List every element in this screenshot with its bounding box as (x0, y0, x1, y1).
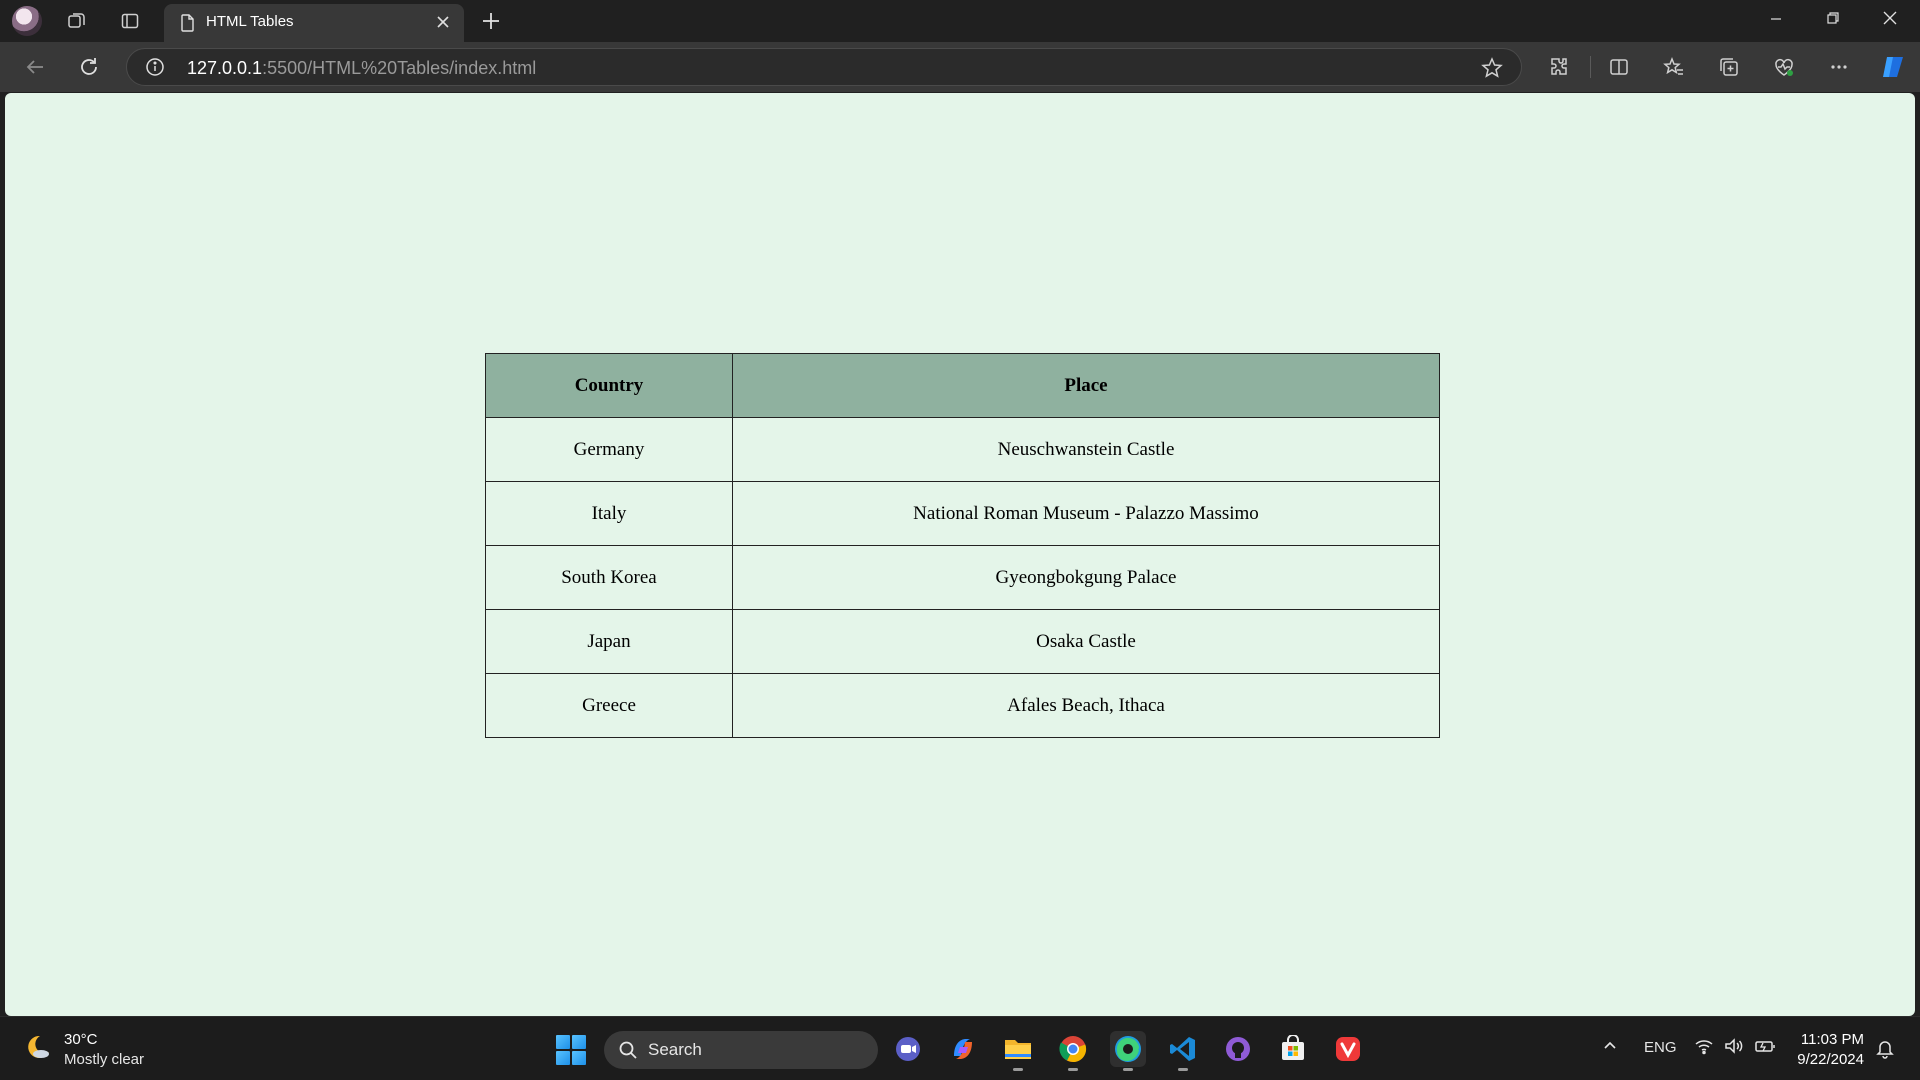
browser-titlebar: HTML Tables (0, 0, 1920, 42)
clock-time[interactable]: 11:03 PM (1801, 1031, 1864, 1048)
table-header-row: Country Place (485, 353, 1440, 418)
vivaldi-icon[interactable] (1330, 1031, 1366, 1067)
tab-title: HTML Tables (206, 13, 294, 30)
running-indicator (1123, 1068, 1133, 1071)
wifi-icon[interactable] (1694, 1037, 1714, 1059)
github-icon[interactable] (1220, 1031, 1256, 1067)
start-tile (556, 1051, 570, 1065)
search-icon (618, 1040, 638, 1065)
running-indicator (1068, 1068, 1078, 1071)
split-screen-icon[interactable] (1606, 54, 1632, 80)
copilot-sidebar-icon[interactable] (1878, 52, 1908, 82)
start-tile (572, 1035, 586, 1049)
chrome-icon[interactable] (1055, 1031, 1091, 1071)
countries-table: Country Place Germany Neuschwanstein Cas… (485, 353, 1440, 738)
favorites-icon[interactable] (1661, 54, 1687, 80)
running-indicator (1013, 1068, 1023, 1071)
taskbar-search[interactable]: Search (604, 1031, 878, 1069)
country-cell: Germany (485, 417, 733, 482)
close-window-button[interactable] (1880, 8, 1900, 33)
table-row: South Korea Gyeongbokgung Palace (485, 545, 1440, 610)
table-row: Italy National Roman Museum - Palazzo Ma… (485, 481, 1440, 546)
running-indicator (1178, 1068, 1188, 1071)
restore-button[interactable] (1823, 8, 1843, 33)
new-tab-button[interactable] (478, 8, 504, 34)
header-country: Country (485, 353, 733, 418)
show-hidden-icons-chevron-icon[interactable] (1601, 1037, 1619, 1059)
weather-moon-icon[interactable] (24, 1033, 52, 1061)
table-row: Germany Neuschwanstein Castle (485, 417, 1440, 482)
vscode-icon[interactable] (1165, 1031, 1201, 1071)
taskbar: 30°C Mostly clear Search ENG 11:03 PM 9/… (0, 1016, 1920, 1080)
tab-html-tables[interactable]: HTML Tables (164, 4, 464, 42)
weather-description[interactable]: Mostly clear (64, 1051, 144, 1068)
start-tile (556, 1035, 570, 1049)
place-cell: National Roman Museum - Palazzo Massimo (732, 481, 1440, 546)
file-explorer-icon[interactable] (1000, 1031, 1036, 1071)
workspaces-icon[interactable] (64, 8, 90, 34)
header-place: Place (732, 353, 1440, 418)
profile-avatar[interactable] (12, 6, 42, 36)
country-cell: South Korea (485, 545, 733, 610)
extensions-icon[interactable] (1546, 54, 1572, 80)
toolbar-divider (1590, 56, 1591, 78)
clock-date[interactable]: 9/22/2024 (1797, 1051, 1864, 1068)
search-label: Search (648, 1040, 702, 1059)
table-row: Japan Osaka Castle (485, 609, 1440, 674)
notifications-bell-icon[interactable] (1876, 1039, 1894, 1063)
place-cell: Osaka Castle (732, 609, 1440, 674)
more-menu-icon[interactable] (1826, 54, 1852, 80)
page-viewport: Country Place Germany Neuschwanstein Cas… (5, 93, 1915, 1016)
start-button[interactable] (556, 1035, 586, 1065)
browser-toolbar: 127.0.0.1:5500/HTML%20Tables/index.html (0, 42, 1920, 92)
weather-temperature[interactable]: 30°C (64, 1031, 98, 1048)
minimize-button[interactable] (1766, 8, 1786, 33)
country-cell: Japan (485, 609, 733, 674)
url-path: :5500/HTML%20Tables/index.html (262, 58, 537, 78)
store-icon[interactable] (1275, 1031, 1311, 1067)
url-host: 127.0.0.1 (187, 58, 263, 78)
refresh-button[interactable] (76, 54, 102, 80)
volume-icon[interactable] (1724, 1037, 1744, 1059)
close-tab-icon[interactable] (434, 13, 452, 36)
video-call-icon[interactable] (890, 1031, 926, 1067)
input-language[interactable]: ENG (1644, 1039, 1677, 1056)
back-button[interactable] (22, 54, 48, 80)
vertical-tabs-icon[interactable] (117, 8, 143, 34)
country-cell: Greece (485, 673, 733, 738)
country-cell: Italy (485, 481, 733, 546)
collections-icon[interactable] (1716, 54, 1742, 80)
favorite-star-icon[interactable] (1481, 57, 1503, 84)
browser-essentials-icon[interactable] (1771, 54, 1797, 80)
table-row: Greece Afales Beach, Ithaca (485, 673, 1440, 738)
address-bar[interactable]: 127.0.0.1:5500/HTML%20Tables/index.html (126, 48, 1522, 86)
battery-icon[interactable] (1754, 1037, 1776, 1059)
place-cell: Neuschwanstein Castle (732, 417, 1440, 482)
place-cell: Gyeongbokgung Palace (732, 545, 1440, 610)
place-cell: Afales Beach, Ithaca (732, 673, 1440, 738)
site-info-icon[interactable] (145, 57, 165, 82)
edge-icon[interactable] (1110, 1031, 1146, 1071)
start-tile (572, 1051, 586, 1065)
url-text: 127.0.0.1:5500/HTML%20Tables/index.html (187, 58, 536, 79)
document-icon (180, 14, 196, 37)
copilot-icon[interactable] (945, 1031, 981, 1067)
